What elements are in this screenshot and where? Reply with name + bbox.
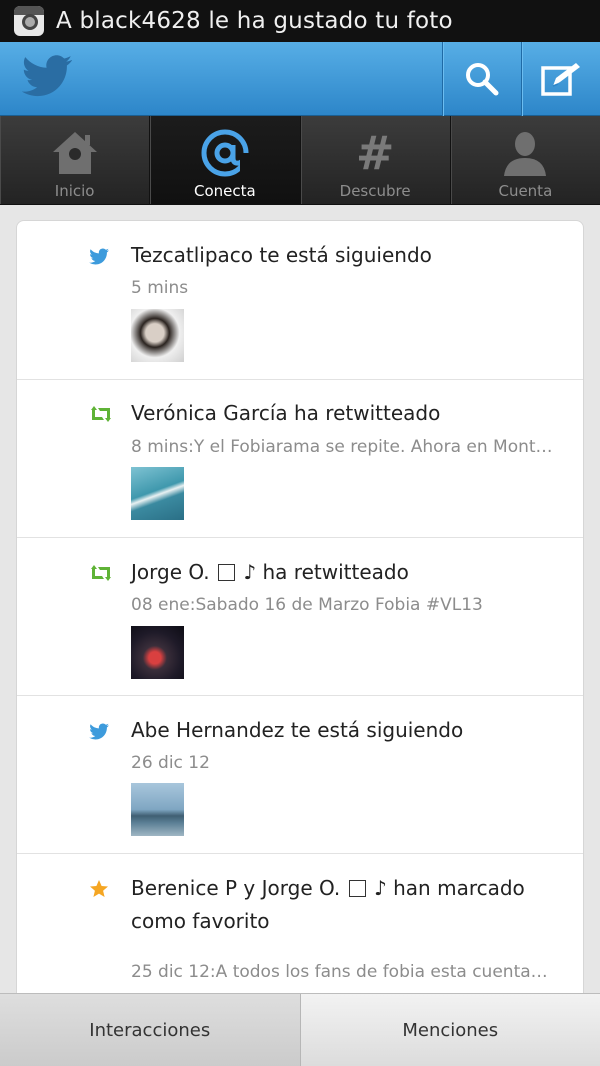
avatar[interactable] [131, 309, 184, 362]
retweet-icon [91, 565, 111, 581]
twitter-bird-icon [89, 723, 109, 740]
tab-label: Conecta [194, 182, 256, 200]
title-text: ♪ ha retwitteado [243, 560, 409, 584]
title-text: Berenice P y Jorge O. [131, 876, 341, 900]
title-text: como favorito [131, 909, 270, 933]
list-item[interactable]: Verónica García ha retwitteado 8 mins:Y … [17, 380, 583, 538]
tab-descubre[interactable]: # Descubre [301, 116, 451, 204]
item-meta: 08 ene:Sabado 16 de Marzo Fobia #VL13 [131, 595, 483, 615]
at-icon [201, 129, 250, 178]
compose-icon [540, 63, 580, 96]
instagram-icon [14, 6, 44, 36]
hashtag-icon: # [355, 126, 395, 180]
avatar[interactable] [131, 626, 184, 679]
item-meta: 26 dic 12 [131, 753, 210, 773]
twitter-bird-icon [89, 248, 109, 265]
list-item[interactable]: Tezcatlipaco te está siguiendo 5 mins [17, 221, 583, 380]
item-meta: 5 mins [131, 278, 189, 298]
tab-cuenta[interactable]: Cuenta [451, 116, 600, 204]
unsupported-glyph-icon [348, 880, 366, 897]
item-title: Jorge O. ♪ ha retwitteado [131, 556, 571, 589]
list-item[interactable]: Abe Hernandez te está siguiendo 26 dic 1… [17, 696, 583, 854]
tab-menciones[interactable]: Menciones [300, 994, 600, 1066]
bottom-tab-bar: Interacciones Menciones [0, 993, 600, 1066]
tab-inicio[interactable]: Inicio [0, 116, 151, 204]
list-item[interactable]: Jorge O. ♪ ha retwitteado 08 ene:Sabado … [17, 538, 583, 696]
avatar[interactable] [131, 783, 184, 836]
tab-label: Descubre [339, 182, 411, 200]
twitter-bird-icon[interactable] [22, 54, 74, 100]
main-tab-bar: Inicio Conecta # Descubre Cuenta [0, 116, 600, 205]
list-item[interactable]: Berenice P y Jorge O. ♪ han marcado como… [17, 854, 583, 1009]
unsupported-glyph-icon [218, 564, 236, 581]
search-icon [465, 63, 498, 96]
notification-text: A black4628 le ha gustado tu foto [56, 8, 453, 34]
compose-button[interactable] [521, 42, 599, 116]
item-meta: 8 mins:Y el Fobiarama se repite. Ahora e… [131, 437, 553, 457]
person-icon [504, 132, 547, 176]
title-text: Jorge O. [131, 560, 210, 584]
item-title: Abe Hernandez te está siguiendo [131, 718, 464, 742]
item-title: Berenice P y Jorge O. ♪ han marcado como… [131, 872, 571, 938]
retweet-icon [91, 406, 111, 422]
home-icon [52, 132, 97, 174]
tab-label: Cuenta [498, 182, 553, 200]
search-button[interactable] [442, 42, 520, 116]
title-text: ♪ han marcado [374, 876, 525, 900]
status-bar: A black4628 le ha gustado tu foto [0, 0, 600, 42]
tab-conecta[interactable]: Conecta [150, 116, 301, 204]
action-bar [0, 42, 600, 116]
star-icon [90, 880, 108, 897]
item-title: Tezcatlipaco te está siguiendo [131, 243, 432, 267]
tab-label: Inicio [54, 182, 95, 200]
avatar[interactable] [131, 467, 184, 520]
item-title: Verónica García ha retwitteado [131, 401, 441, 425]
item-meta: 25 dic 12:A todos los fans de fobia esta… [131, 962, 548, 982]
tab-interacciones[interactable]: Interacciones [0, 994, 301, 1066]
interactions-list[interactable]: Tezcatlipaco te está siguiendo 5 mins Ve… [16, 220, 584, 1010]
